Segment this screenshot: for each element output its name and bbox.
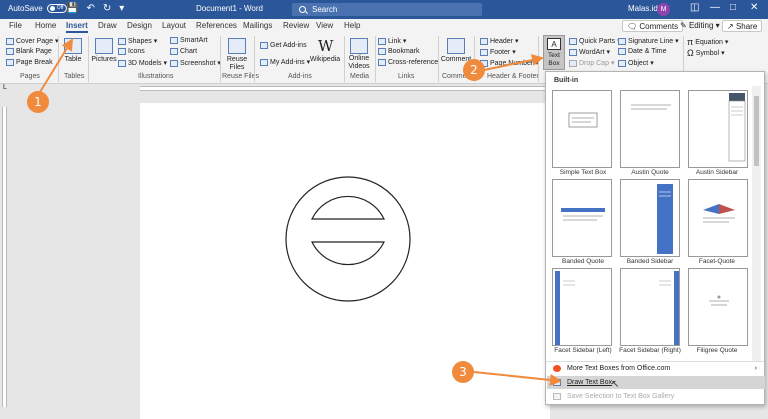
callout-badge-2: 2 xyxy=(463,59,485,81)
callout-badge-1: 1 xyxy=(27,91,49,113)
callout-arrow-2 xyxy=(483,54,544,71)
callout-arrow-3 xyxy=(473,371,562,386)
word-window: AutoSave Off 💾 ↶ ↻ ▾ Document1 - Word Se… xyxy=(0,0,768,419)
callout-arrow-1 xyxy=(39,38,74,93)
callout-badge-3: 3 xyxy=(452,361,474,383)
callout-arrows xyxy=(39,38,562,386)
